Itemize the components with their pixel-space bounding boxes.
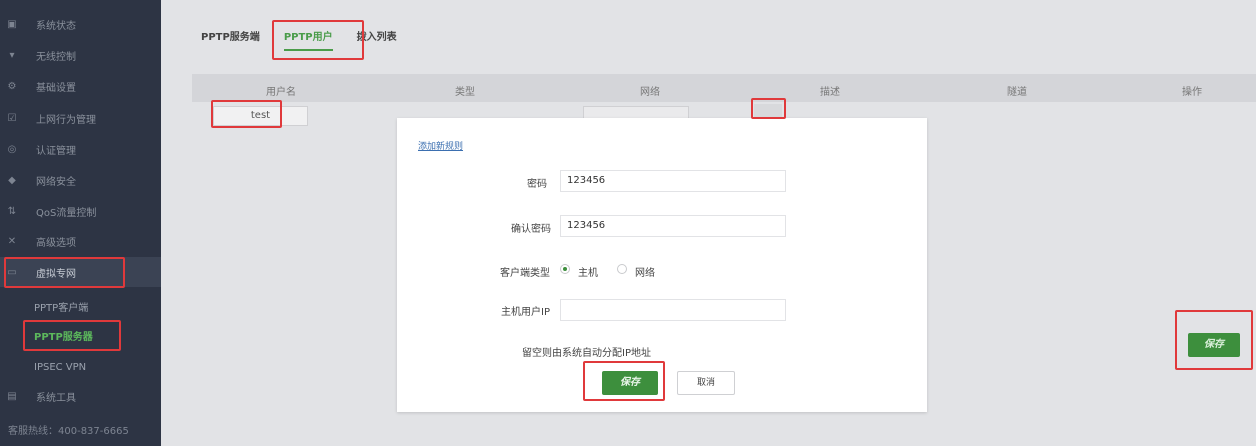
sidebar-subitem-pptp-server[interactable]: PPTP服务器	[34, 328, 93, 343]
monitor-icon: ▣	[7, 18, 17, 30]
password-label: 密码	[527, 179, 547, 190]
behavior-icon: ☑	[7, 112, 17, 124]
tab-pptp-server[interactable]: PPTP服务端	[201, 28, 260, 51]
sidebar-item-label: 上网行为管理	[36, 114, 96, 126]
sidebar-item-label: 无线控制	[36, 51, 76, 63]
dialog-title: 添加新规则	[418, 142, 464, 152]
qos-icon: ⇅	[7, 205, 17, 217]
sidebar-item-behavior[interactable]: ☑ 上网行为管理	[0, 103, 161, 133]
sidebar-item-label: 认证管理	[36, 145, 76, 157]
sidebar-item-vpn[interactable]: ▭ 虚拟专网	[0, 257, 161, 287]
radio-network[interactable]	[617, 264, 627, 274]
column-header-tunnel: 隧道	[1007, 87, 1027, 98]
sidebar-item-advanced[interactable]: ✕ 高级选项	[0, 226, 161, 256]
sidebar-item-label: 网络安全	[36, 176, 76, 188]
confirm-password-label: 确认密码	[511, 224, 551, 235]
column-header-type: 类型	[455, 87, 475, 98]
username-cell[interactable]: test	[213, 106, 308, 126]
radio-network-label: 网络	[635, 268, 655, 279]
sidebar-item-auth[interactable]: ◎ 认证管理	[0, 134, 161, 164]
sidebar-item-wireless[interactable]: ▾ 无线控制	[0, 40, 161, 70]
tab-bar: PPTP服务端 PPTP用户 拨入列表	[201, 28, 421, 51]
sidebar-item-label: 虚拟专网	[36, 268, 76, 280]
radio-host-label: 主机	[578, 268, 598, 279]
confirm-password-field[interactable]: 123456	[560, 215, 786, 237]
column-header-actions: 操作	[1182, 87, 1202, 98]
sidebar-item-label: 高级选项	[36, 237, 76, 249]
column-header-username: 用户名	[266, 87, 296, 98]
sidebar-item-qos[interactable]: ⇅ QoS流量控制	[0, 196, 161, 226]
password-field[interactable]: 123456	[560, 170, 786, 192]
ip-hint-text: 留空则由系统自动分配IP地址	[522, 348, 651, 359]
description-cell[interactable]	[754, 104, 782, 118]
sidebar: ▣ 系统状态 ▾ 无线控制 ⚙ 基础设置 ☑ 上网行为管理 ◎ 认证管理 ◆ 网…	[0, 0, 161, 446]
client-type-label: 客户端类型	[500, 268, 550, 279]
table-header: 用户名 类型 网络 描述 隧道 操作	[192, 74, 1256, 102]
sidebar-subitem-pptp-client[interactable]: PPTP客户端	[34, 299, 88, 314]
column-header-network: 网络	[640, 87, 660, 98]
sidebar-item-system-status[interactable]: ▣ 系统状态	[0, 9, 161, 39]
tab-dial-in-list[interactable]: 拨入列表	[357, 28, 397, 51]
sidebar-item-basic-settings[interactable]: ⚙ 基础设置	[0, 71, 161, 101]
sidebar-subitem-ipsec-vpn[interactable]: IPSEC VPN	[34, 362, 86, 373]
tools-cross-icon: ✕	[7, 235, 17, 247]
sidebar-item-security[interactable]: ◆ 网络安全	[0, 165, 161, 195]
host-ip-field[interactable]	[560, 299, 786, 321]
tab-pptp-users[interactable]: PPTP用户	[283, 28, 333, 51]
vpn-icon: ▭	[7, 266, 17, 278]
sidebar-item-system-tools[interactable]: ▤ 系统工具	[0, 381, 161, 411]
cancel-button[interactable]: 取消	[677, 371, 735, 395]
sidebar-item-label: QoS流量控制	[36, 207, 97, 219]
hotline-text: 客服热线：400-837-6665	[8, 426, 129, 437]
gear-icon: ⚙	[7, 80, 17, 92]
auth-icon: ◎	[7, 143, 17, 155]
add-rule-dialog: 添加新规则 密码 123456 确认密码 123456 客户端类型 主机 网络 …	[397, 118, 927, 412]
sidebar-item-label: 系统状态	[36, 20, 76, 32]
host-ip-label: 主机用户IP	[501, 307, 550, 318]
save-button[interactable]: 保存	[602, 371, 658, 395]
wifi-icon: ▾	[9, 49, 15, 61]
column-header-description: 描述	[820, 87, 840, 98]
radio-host[interactable]	[560, 264, 570, 274]
page-save-button[interactable]: 保存	[1188, 333, 1240, 357]
toolbox-icon: ▤	[7, 390, 17, 402]
shield-icon: ◆	[8, 174, 16, 186]
sidebar-item-label: 系统工具	[36, 392, 76, 404]
sidebar-item-label: 基础设置	[36, 82, 76, 94]
